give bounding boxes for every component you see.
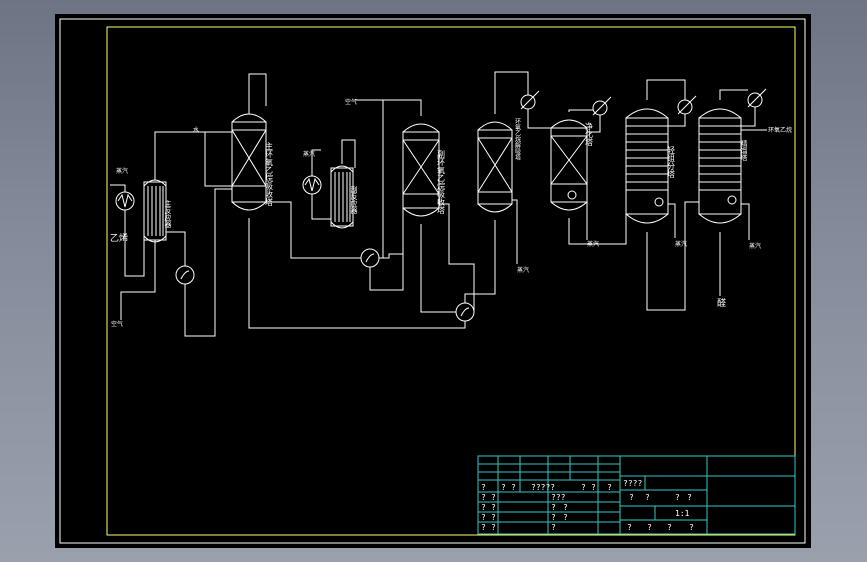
tb-left-r0-c2: ? xyxy=(511,483,516,492)
main-absorber xyxy=(231,113,267,211)
label-refining: 精馏塔 xyxy=(740,139,748,162)
tb-left-r3-c3: ? xyxy=(563,513,568,522)
tb-left-r4-c1: ? xyxy=(491,523,496,532)
tb-right-r3-c2: ? xyxy=(667,523,672,532)
purifier xyxy=(550,119,588,211)
drawing-sheet: 主反应器 乙烯 蒸汽 空气 水 主环氧乙烷吸收塔 蒸汽 空气 副反应器 副环氧乙… xyxy=(55,14,811,548)
tb-right-r1-c3: ? xyxy=(687,493,692,502)
label-air-2: 空气 xyxy=(345,98,357,106)
tb-left-r2-c2: ? xyxy=(551,503,556,512)
tb-right-r1-c0: ? xyxy=(629,493,634,502)
inner-frame xyxy=(106,26,796,536)
tb-left-r3-c0: ? xyxy=(481,513,486,522)
sub-absorber xyxy=(402,123,440,217)
tb-left-r0-c1: ? xyxy=(501,483,506,492)
tb-left-r2-c1: ? xyxy=(491,503,496,512)
light-tower xyxy=(625,108,669,224)
tb-right-r3-c0: ? xyxy=(627,523,632,532)
tb-left-r2-c0: ? xyxy=(481,503,486,512)
label-steam-1: 蒸汽 xyxy=(116,167,128,175)
tb-left-r3-c1: ? xyxy=(491,513,496,522)
label-light-tower: 轻组分塔 xyxy=(667,145,676,179)
tb-left-r0-c3: ????? xyxy=(531,483,555,492)
tb-scale: 1:1 xyxy=(675,509,690,518)
main-reactor xyxy=(143,179,167,243)
label-steam-6: 蒸汽 xyxy=(749,242,761,250)
label-steam-5: 蒸汽 xyxy=(675,240,687,248)
condenser-3 xyxy=(677,95,697,115)
tb-left-r1-c2: ??? xyxy=(551,493,566,502)
label-steam-2: 蒸汽 xyxy=(303,150,315,158)
label-product: 环氧乙烷 xyxy=(768,126,792,134)
tb-right-r1-c2: ? xyxy=(675,493,680,502)
tb-right-r3-c3: ? xyxy=(689,523,694,532)
tb-left-r0-c6: ? xyxy=(607,483,612,492)
pump-3 xyxy=(455,302,475,322)
desorber xyxy=(477,121,513,213)
label-steam-3: 蒸汽 xyxy=(517,266,529,274)
label-steam-4: 蒸汽 xyxy=(587,240,599,248)
sub-heater xyxy=(302,175,322,195)
label-main-absorber: 主环氧乙烷吸收塔 xyxy=(265,141,274,207)
tb-right-r3-c1: ? xyxy=(647,523,652,532)
label-air: 空气 xyxy=(111,320,123,328)
outer-frame xyxy=(59,18,806,544)
title-block: ? ? ? ????? ? ? ? ? ? ??? ? ? ? ? ? ? ? … xyxy=(477,455,796,535)
tb-left-r4-c0: ? xyxy=(481,523,486,532)
label-sub-absorber: 副环氧乙烷吸收塔 xyxy=(437,150,446,215)
label-ethylene: 乙烯 xyxy=(110,232,128,244)
tb-left-r4-c2: ? xyxy=(551,523,556,532)
label-desorber: 环氧乙烷解吸塔 xyxy=(514,118,521,161)
tb-left-r3-c2: ? xyxy=(551,513,556,522)
pump-2 xyxy=(360,248,380,268)
label-sub-reactor: 副反应器 xyxy=(350,185,358,215)
pump-1 xyxy=(175,265,195,285)
tb-left-r0-c0: ? xyxy=(481,483,486,492)
tb-left-r1-c1: ? xyxy=(491,493,496,502)
tb-drawing-name: ???? xyxy=(623,479,642,488)
label-water: 水 xyxy=(193,126,199,134)
tb-left-r1-c0: ? xyxy=(481,493,486,502)
ethylene-heater xyxy=(115,191,135,211)
process-flow-diagram: 主反应器 乙烯 蒸汽 空气 水 主环氧乙烷吸收塔 蒸汽 空气 副反应器 副环氧乙… xyxy=(59,18,806,544)
tb-left-r2-c3: ? xyxy=(563,503,568,512)
label-residue: 醛 xyxy=(717,297,726,309)
condenser-1 xyxy=(520,90,540,110)
tb-left-r0-c4: ? xyxy=(581,483,586,492)
condenser-2 xyxy=(592,96,612,116)
refining-tower xyxy=(698,108,742,224)
label-purifier: 净化塔 xyxy=(585,121,594,147)
tb-right-r1-c1: ? xyxy=(645,493,650,502)
tb-left-r0-c5: ? xyxy=(591,483,596,492)
condenser-4 xyxy=(747,88,767,108)
label-main-reactor: 主反应器 xyxy=(164,199,172,229)
